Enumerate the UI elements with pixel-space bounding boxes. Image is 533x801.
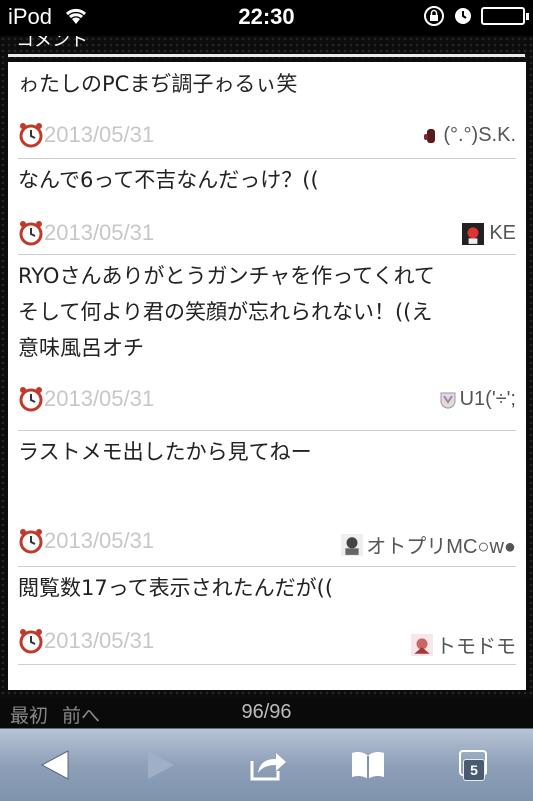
character-avatar-icon xyxy=(462,222,485,245)
comment-author[interactable]: (°.°)S.K. xyxy=(421,124,516,147)
tabs-count: 5 xyxy=(463,759,485,781)
comment-meta: 2013/05/31 U1('÷'; xyxy=(18,386,516,416)
comment-item: ラストメモ出したから見てねー 2013/05/31 オトプリMC○w● xyxy=(18,430,516,567)
shield-avatar-icon xyxy=(440,392,456,409)
comment-text: ラストメモ出したから見てねー xyxy=(18,440,312,464)
page-background: コメント ゎたしのPCまぢ調子ゎるぃ笑 2013/05/31 (°.°)S.K. xyxy=(0,36,533,728)
comment-date: 2013/05/31 xyxy=(44,528,155,553)
back-button[interactable] xyxy=(36,747,76,783)
comment-date: 2013/05/31 xyxy=(44,628,155,653)
alarm-icon xyxy=(19,221,43,246)
comment-author-name: KE xyxy=(489,222,516,244)
comment-item: 閲覧数17って表示されたんだが(( 2013/05/31 トモドモ xyxy=(18,566,516,665)
comment-author[interactable]: トモドモ xyxy=(410,630,516,659)
comment-author[interactable]: U1('÷'; xyxy=(438,388,516,411)
comment-text: RYOさんありがとうガンチャを作ってくれて そして何より君の笑顔が忘れられない！… xyxy=(18,264,435,360)
comment-section-title: コメント xyxy=(16,36,88,51)
alarm-icon xyxy=(19,123,43,148)
pager-page-count: 96/96 xyxy=(241,701,292,723)
comment-author-name: (°.°)S.K. xyxy=(443,124,516,146)
alarm-icon xyxy=(19,629,43,654)
comment-meta: 2013/05/31 (°.°)S.K. xyxy=(18,122,516,152)
battery-icon xyxy=(481,7,529,25)
comment-date: 2013/05/31 xyxy=(44,122,155,147)
comment-text: ゎたしのPCまぢ調子ゎるぃ笑 xyxy=(18,72,298,96)
comment-item: なんで6って不吉なんだっけ？(( 2013/05/31 KE xyxy=(18,158,516,255)
comment-meta: 2013/05/31 トモドモ xyxy=(18,628,516,658)
character-avatar-icon xyxy=(411,633,433,656)
comment-author[interactable]: オトプリMC○w● xyxy=(340,530,516,559)
share-button[interactable] xyxy=(248,747,288,783)
browser-toolbar: 5 xyxy=(0,728,533,801)
alarm-clock-icon xyxy=(455,8,471,24)
forward-button[interactable] xyxy=(140,747,180,783)
rotation-lock-icon xyxy=(424,6,444,26)
comment-meta: 2013/05/31 オトプリMC○w● xyxy=(18,528,516,558)
comment-text: 閲覧数17って表示されたんだが(( xyxy=(18,576,334,600)
comment-text: なんで6って不吉なんだっけ？(( xyxy=(18,168,319,192)
comment-item: RYOさんありがとうガンチャを作ってくれて そして何より君の笑顔が忘れられない！… xyxy=(18,254,516,431)
comment-item: ゎたしのPCまぢ調子ゎるぃ笑 2013/05/31 (°.°)S.K. xyxy=(18,62,516,159)
comment-author[interactable]: KE xyxy=(459,222,516,245)
comment-author-name: トモドモ xyxy=(436,636,516,658)
alarm-icon xyxy=(19,387,43,412)
comment-section-header: コメント xyxy=(10,36,525,52)
tabs-button[interactable]: 5 xyxy=(456,747,496,783)
status-bar: iPod 22:30 xyxy=(0,0,533,36)
pager: 最初 前へ 96/96 xyxy=(0,698,533,728)
comment-list: ゎたしのPCまぢ調子ゎるぃ笑 2013/05/31 (°.°)S.K. なんで6… xyxy=(8,62,526,690)
comment-author-name: U1('÷'; xyxy=(459,388,516,410)
header-divider xyxy=(8,54,525,57)
comment-meta: 2013/05/31 KE xyxy=(18,220,516,250)
comment-date: 2013/05/31 xyxy=(44,386,155,411)
character-avatar-icon xyxy=(341,533,364,556)
comment-author-name: オトプリMC○w● xyxy=(366,536,516,558)
bookmarks-button[interactable] xyxy=(348,747,388,783)
comment-date: 2013/05/31 xyxy=(44,220,155,245)
alarm-icon xyxy=(19,529,43,554)
hand-avatar-icon xyxy=(424,128,436,143)
